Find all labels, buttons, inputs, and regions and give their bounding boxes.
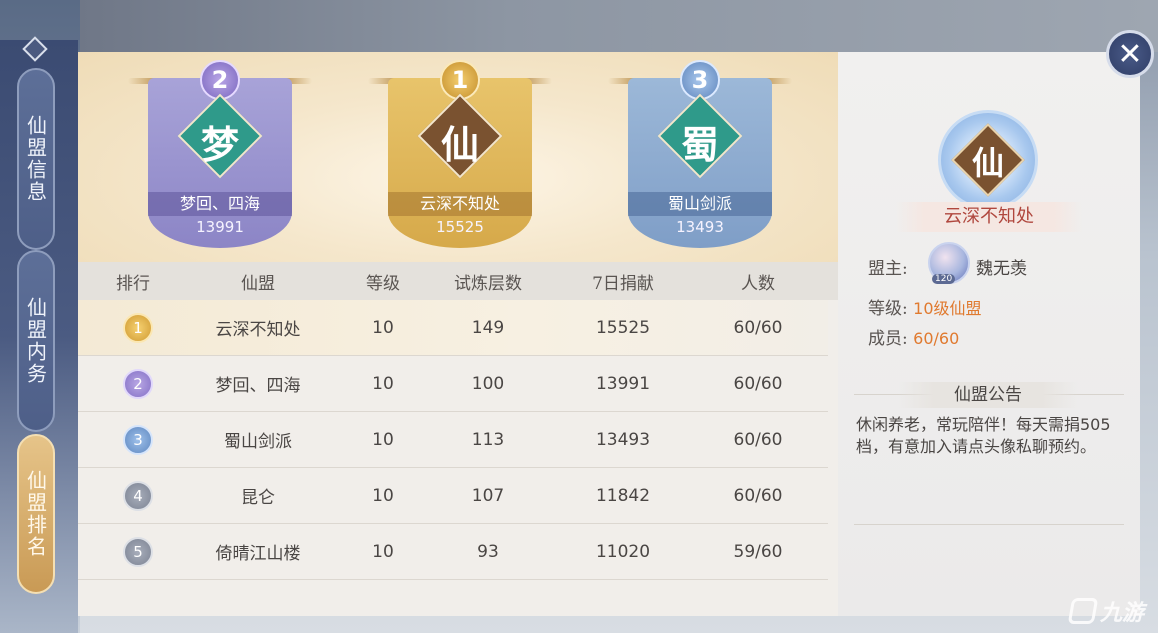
guild-info-panel: 仙 云深不知处 盟主: 120 魏无羡 等级: 10级仙盟 成员: 60/60 … xyxy=(838,52,1140,616)
rank-cell: 1 xyxy=(88,312,188,343)
level-cell: 10 xyxy=(372,485,394,506)
members-cell: 60/60 xyxy=(733,429,783,450)
leader-avatar[interactable]: 120 xyxy=(928,242,970,284)
level-cell: 10 xyxy=(372,373,394,394)
leader-label: 盟主: xyxy=(868,259,908,279)
members-row: 成员: 60/60 xyxy=(868,324,959,349)
table-row[interactable]: 3 蜀山剑派 10 113 13493 60/60 xyxy=(78,412,828,468)
emblem-glyph: 仙 xyxy=(971,144,1004,182)
guild-name-cell: 蜀山剑派 xyxy=(224,432,292,452)
close-button[interactable]: ✕ xyxy=(1106,30,1154,78)
table-row[interactable]: 2 梦回、四海 10 100 13991 60/60 xyxy=(78,356,828,412)
nav-ornament-icon xyxy=(22,36,48,62)
leader-name: 魏无羡 xyxy=(976,259,1027,279)
rank-cell: 2 xyxy=(88,368,188,399)
tab-guild-info[interactable]: 仙盟信息 xyxy=(17,68,55,250)
rank-medal-icon: 4 xyxy=(123,480,153,511)
members-label: 成员: xyxy=(868,329,908,349)
guild-name-cell: 倚晴江山楼 xyxy=(215,544,301,564)
ranking-table: 1 云深不知处 10 149 15525 60/60 2 梦回、四海 10 10… xyxy=(78,300,828,580)
guild-name-cell: 梦回、四海 xyxy=(215,376,301,396)
guild-emblem-glyph: 蜀 xyxy=(680,122,719,167)
rank-cell: 5 xyxy=(88,536,188,567)
members-value: 60/60 xyxy=(913,329,960,348)
floors-cell: 113 xyxy=(471,429,505,450)
table-header: 排行 仙盟 等级 试炼层数 7日捐献 人数 xyxy=(78,262,838,300)
contribution-cell: 13493 xyxy=(595,429,651,450)
floors-cell: 93 xyxy=(477,541,499,562)
contribution-cell: 11842 xyxy=(595,485,651,506)
rank-cell: 3 xyxy=(88,424,188,455)
rank-medal-icon: 5 xyxy=(123,536,153,567)
watermark: 九游 xyxy=(1067,594,1156,628)
guild-score: 13991 xyxy=(196,218,244,236)
header-level: 等级 xyxy=(366,273,400,294)
rank-cell: 4 xyxy=(88,480,188,511)
members-cell: 60/60 xyxy=(733,317,783,338)
avatar-level-badge: 120 xyxy=(932,274,956,284)
rank-medal-icon: 1 xyxy=(123,312,153,343)
watermark-text: 九游 xyxy=(1100,601,1145,626)
header-7day-contribution: 7日捐献 xyxy=(592,273,654,294)
guild-emblem-glyph: 仙 xyxy=(440,122,479,167)
level-cell: 10 xyxy=(372,429,394,450)
ranking-panel: 2 梦 梦回、四海 13991 1 仙 云深不知处 15525 3 蜀 蜀山剑派… xyxy=(78,52,838,616)
background-top xyxy=(80,0,1158,52)
side-nav: 仙盟信息 仙盟内务 仙盟排名 xyxy=(0,36,78,633)
rank-medal-icon: 3 xyxy=(123,424,153,455)
level-label: 等级: xyxy=(868,299,908,319)
members-cell: 59/60 xyxy=(733,541,783,562)
header-rank: 排行 xyxy=(116,273,150,294)
level-cell: 10 xyxy=(372,541,394,562)
tab-guild-ranking[interactable]: 仙盟排名 xyxy=(17,434,55,594)
guild-name-cell: 云深不知处 xyxy=(215,320,301,340)
contribution-cell: 15525 xyxy=(595,317,651,338)
floors-cell: 107 xyxy=(471,485,505,506)
guild-emblem: 仙 xyxy=(938,110,1038,210)
notice-title: 仙盟公告 xyxy=(898,382,1078,408)
rank-medal-icon: 2 xyxy=(123,368,153,399)
guild-name: 云深不知处 xyxy=(388,192,532,216)
members-cell: 60/60 xyxy=(733,373,783,394)
contribution-cell: 11020 xyxy=(595,541,651,562)
watermark-logo-icon xyxy=(1067,598,1099,624)
floors-cell: 100 xyxy=(471,373,505,394)
table-row[interactable]: 5 倚晴江山楼 10 93 11020 59/60 xyxy=(78,524,828,580)
table-row[interactable]: 1 云深不知处 10 149 15525 60/60 xyxy=(78,300,828,356)
floors-cell: 149 xyxy=(471,317,505,338)
selected-guild-name: 云深不知处 xyxy=(896,202,1082,232)
level-value: 10级仙盟 xyxy=(913,299,982,318)
table-row[interactable]: 4 昆仑 10 107 11842 60/60 xyxy=(78,468,828,524)
level-cell: 10 xyxy=(372,317,394,338)
header-trial-floors: 试炼层数 xyxy=(454,273,522,294)
guild-name: 梦回、四海 xyxy=(148,192,292,216)
header-guild: 仙盟 xyxy=(241,273,275,294)
guild-name-cell: 昆仑 xyxy=(241,488,275,508)
tab-guild-affairs[interactable]: 仙盟内务 xyxy=(17,250,55,432)
guild-emblem-glyph: 梦 xyxy=(200,122,239,167)
guild-score: 13493 xyxy=(676,218,724,236)
header-members: 人数 xyxy=(741,273,775,294)
guild-score: 15525 xyxy=(436,218,484,236)
top-three-podium: 2 梦 梦回、四海 13991 1 仙 云深不知处 15525 3 蜀 蜀山剑派… xyxy=(78,52,838,262)
level-row: 等级: 10级仙盟 xyxy=(868,294,982,319)
contribution-cell: 13991 xyxy=(595,373,651,394)
guild-name: 蜀山剑派 xyxy=(628,192,772,216)
notice-body: 休闲养老，常玩陪伴！每天需捐505档，有意加入请点头像私聊预约。 xyxy=(856,415,1111,456)
divider xyxy=(854,524,1124,525)
members-cell: 60/60 xyxy=(733,485,783,506)
